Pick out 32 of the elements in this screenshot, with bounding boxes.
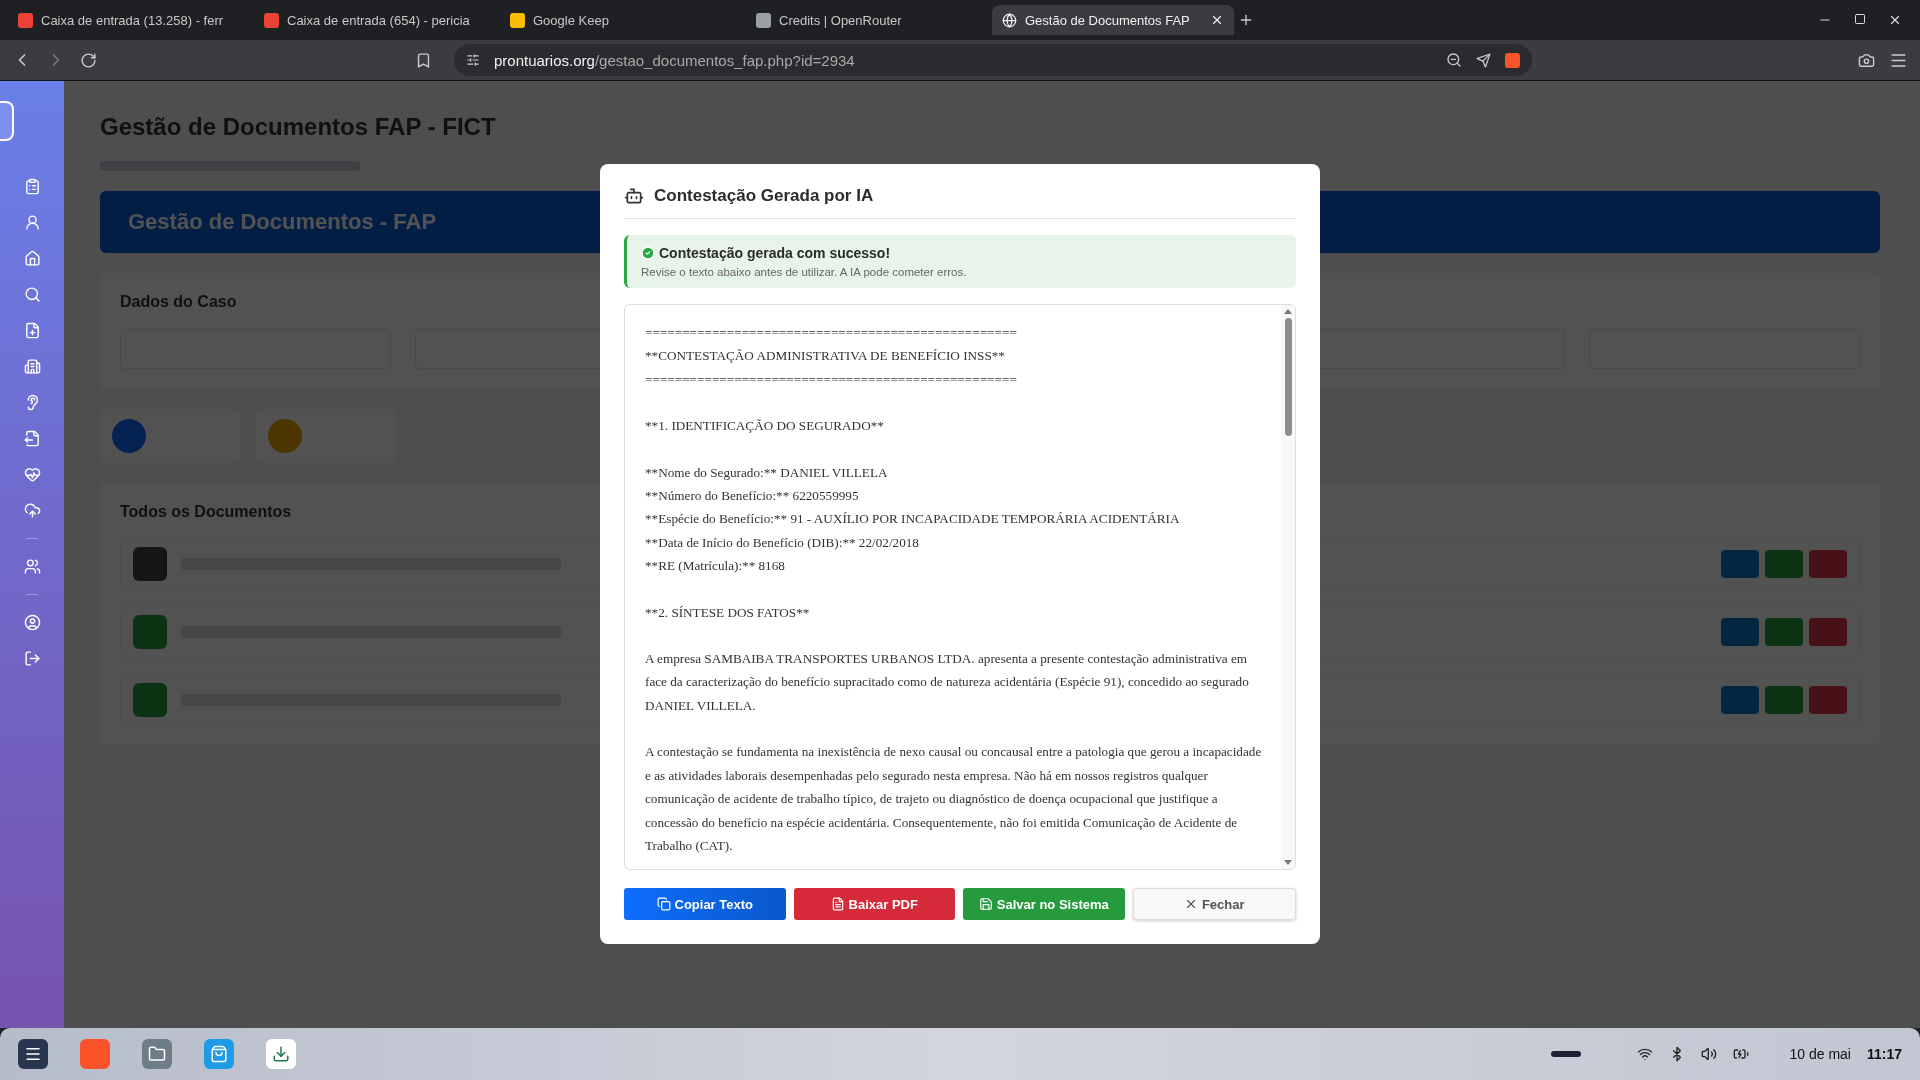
copy-button[interactable]: Copiar Texto	[624, 888, 786, 920]
page-title: Gestão de Documentos FAP - FICT	[100, 113, 497, 141]
document-paragraph: **CONTESTAÇÃO ADMINISTRATIVA DE BENEFÍCIO INSS**	[645, 347, 1006, 366]
modal-title: Contestação Gerada por IA	[654, 186, 874, 206]
save-button[interactable]: Salvar no Sistema	[963, 888, 1125, 920]
clock-date[interactable]: 10 de mai	[1789, 1046, 1851, 1062]
alert-title: Contestação gerada com sucesso!	[659, 245, 891, 261]
document-paragraph: A contestação se fundamenta na inexistência de nexo causal ou concausal entre a patologia que gerou a incapacidade e as atividades laborais desempenhadas pelo segurado nesta empresa. Não há em nossos registros qualquer comunicação de acidente de trabalho típico, de trajeto ou diagnóstico de doença ocupacional que justifique a concessão do benefício na espécie acidentária. Consequentemente, não foi emitida Comunicação de Acidente de Trabalho (CAT).	[645, 743, 1263, 855]
document-paragraph: **RE (Matrícula):** 8168	[645, 557, 786, 576]
card-title: Todos os Documentos	[120, 503, 292, 521]
pdf-button[interactable]: Baixar PDF	[793, 888, 955, 920]
browser-tab[interactable]: Google Keep	[500, 5, 742, 35]
document-paragraph: **Data de Início do Benefício (DIB):** 22/02/2018	[645, 533, 920, 552]
browser-tab[interactable]: Caixa de entrada (13.258) - ferr	[8, 5, 250, 35]
alert-message: Revise o texto abaixo antes de utilizar. A IA pode cometer erros.	[641, 266, 968, 278]
document-paragraph: **Nome do Segurado:** DANIEL VILLELA	[645, 463, 889, 482]
document-paragraph: **Espécie do Benefício:** 91 - AUXÍLIO POR INCAPACIDADE TEMPORÁRIA ACIDENTÁRIA	[645, 510, 1181, 529]
document-paragraph: **1. IDENTIFICAÇÃO DO SEGURADO**	[645, 417, 885, 436]
document-paragraph: ==================================================	[645, 324, 1018, 342]
close-button[interactable]: Fechar	[1132, 888, 1296, 920]
url-text: prontuarios.org/gestao_documentos_fap.php?id=2934	[494, 51, 855, 69]
clock-time[interactable]: 11:17	[1866, 1046, 1902, 1062]
address-bar[interactable]: prontuarios.org/gestao_documentos_fap.php?id=2934	[454, 44, 1532, 76]
browser-tab[interactable]: Caixa de entrada (654) - pericia	[254, 5, 496, 35]
document-paragraph: ==================================================	[645, 370, 1018, 389]
banner-title: Gestão de Documentos - FAP	[128, 209, 437, 235]
document-paragraph: **2. SÍNTESE DOS FATOS**	[645, 603, 811, 622]
browser-tab[interactable]: Credits | OpenRouter	[746, 5, 988, 35]
document-paragraph: A empresa SAMBAIBA TRANSPORTES URBANOS LTDA. apresenta a presente contestação administrativa em face da caracterização do benefício supracitado como de natureza acidentária (Espécie 91), concedido ao segurado DANIEL VILLELA.	[645, 650, 1250, 715]
document-paragraph: **Número do Benefício:** 6220559995	[645, 487, 860, 506]
browser-tab[interactable]: Gestão de Documentos FAP	[992, 5, 1234, 35]
card-title: Dados do Caso	[120, 293, 237, 311]
